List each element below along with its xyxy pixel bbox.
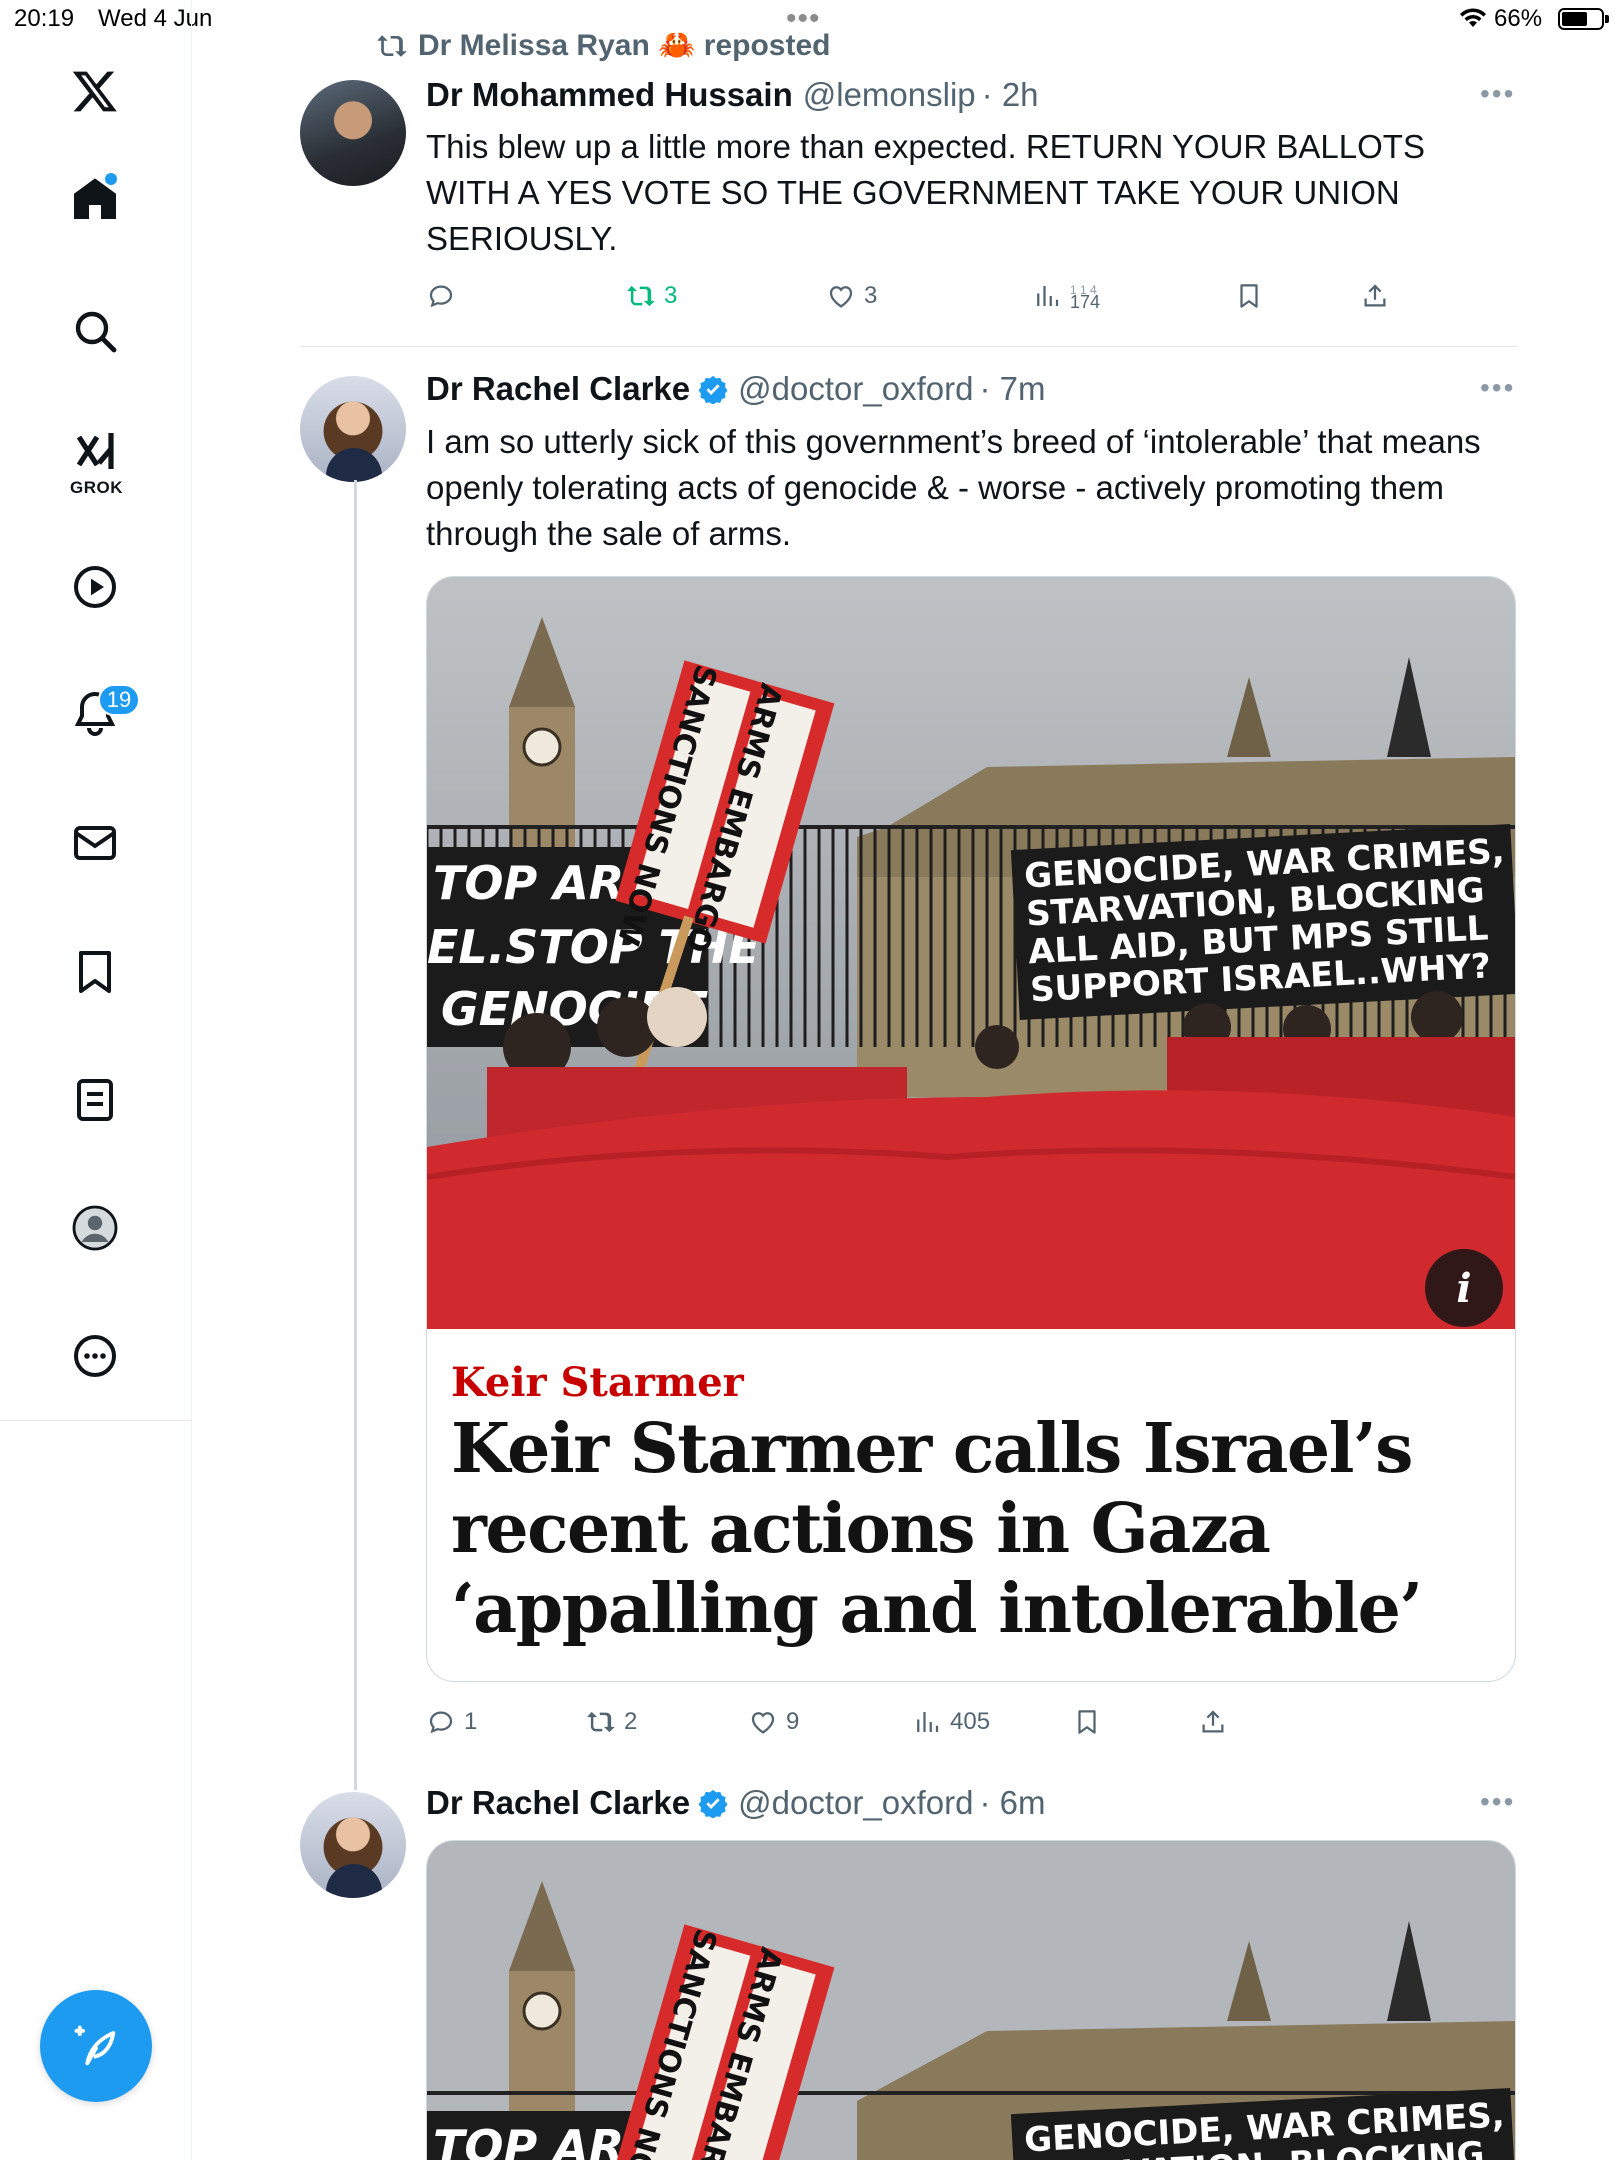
reply-button[interactable]: 1 — [426, 1702, 477, 1742]
more-menu-icon[interactable]: ••• — [1480, 372, 1515, 404]
share-button[interactable] — [1360, 276, 1390, 316]
tweet-divider — [300, 346, 1518, 347]
repost-banner-text: Dr Melissa Ryan 🦀 reposted — [418, 29, 831, 62]
grok-icon[interactable] — [66, 424, 124, 482]
reply-button[interactable] — [426, 276, 456, 316]
battery-icon — [1558, 8, 1609, 30]
tweet-text: This blew up a little more than expected… — [426, 128, 1425, 257]
author-handle[interactable]: @doctor_oxford — [738, 1784, 973, 1822]
tweet-time[interactable]: · 6m — [979, 1784, 1045, 1822]
tweet-time[interactable]: · 7m — [979, 370, 1045, 408]
grok-label: GROK — [70, 478, 123, 497]
compose-post-button[interactable] — [40, 1990, 152, 2102]
search-icon[interactable] — [66, 302, 124, 360]
views-bar-chart-icon — [917, 1712, 939, 1732]
article-photo: TOP ARMIN GENOCIDE, WAR CRIMES, STARVATI… — [427, 1841, 1515, 2160]
like-button[interactable]: 3 — [826, 276, 877, 316]
bookmark-icon — [1078, 1710, 1096, 1734]
info-icon[interactable]: i — [1425, 1249, 1503, 1327]
tweet-time[interactable]: · 2h — [982, 76, 1039, 114]
reply-icon — [429, 1711, 453, 1734]
reply-icon — [429, 285, 453, 308]
tweet-header: Dr Rachel Clarke @doctor_oxford · 6m — [426, 1784, 1045, 1822]
lists-icon[interactable] — [66, 1071, 124, 1129]
repost-button[interactable]: 3 — [626, 276, 677, 316]
link-card[interactable]: TOP ARMIN EL.STOP THE GENOCIDE GENOCIDE,… — [426, 576, 1516, 1682]
share-icon — [1364, 284, 1386, 307]
sidebar-divider — [0, 1420, 192, 1421]
share-button[interactable] — [1198, 1702, 1228, 1742]
avatar[interactable] — [300, 80, 406, 186]
x-logo-icon[interactable] — [66, 62, 124, 120]
share-icon — [1202, 1710, 1224, 1733]
more-menu-icon[interactable]: ••• — [1480, 78, 1515, 110]
repost-banner[interactable]: Dr Melissa Ryan 🦀 reposted — [376, 28, 831, 63]
more-menu-icon[interactable]: ••• — [1480, 1786, 1515, 1818]
home-unread-dot — [105, 173, 117, 185]
tweet-actions: 1 2 9 405 — [426, 1702, 1516, 1742]
like-count: 3 — [864, 282, 878, 309]
views-bar-chart-icon — [1037, 286, 1059, 306]
repost-count: 3 — [664, 282, 678, 309]
profile-avatar-icon[interactable] — [66, 1199, 124, 1257]
article-photo: TOP ARMIN EL.STOP THE GENOCIDE GENOCIDE,… — [427, 577, 1515, 1329]
bookmark-button[interactable] — [1234, 276, 1264, 316]
tweet-header: Dr Mohammed Hussain @lemonslip · 2h — [426, 76, 1039, 114]
more-options-icon[interactable] — [66, 1327, 124, 1385]
tweet-text: I am so utterly sick of this government’… — [426, 423, 1481, 552]
views-count-value: 174 — [1070, 292, 1101, 312]
author-name[interactable]: Dr Rachel Clarke — [426, 370, 690, 408]
views-button[interactable]: 1 1 4 174 — [1032, 276, 1100, 316]
bookmark-button[interactable] — [1072, 1702, 1102, 1742]
verified-badge-icon — [698, 375, 728, 404]
notifications-badge: 19 — [98, 684, 140, 716]
author-handle[interactable]: @doctor_oxford — [738, 370, 973, 408]
card-headline: Keir Starmer calls Israel’s recent actio… — [451, 1409, 1423, 1649]
views-count: 1 1 4 174 — [1070, 284, 1101, 312]
author-name[interactable]: Dr Mohammed Hussain — [426, 76, 793, 114]
heart-icon — [829, 286, 853, 308]
repost-icon — [627, 285, 655, 307]
wifi-icon — [1460, 8, 1486, 27]
bookmark-icon — [1240, 284, 1258, 308]
messages-envelope-icon[interactable] — [66, 814, 124, 872]
reply-count: 1 — [464, 1708, 478, 1735]
thread-connector — [354, 480, 357, 1790]
media-card[interactable]: TOP ARMIN GENOCIDE, WAR CRIMES, STARVATI… — [426, 1840, 1516, 2160]
avatar[interactable] — [300, 376, 406, 482]
battery-fill — [1562, 12, 1587, 26]
like-button[interactable]: 9 — [748, 1702, 799, 1742]
repost-count: 2 — [624, 1708, 638, 1735]
sidebar: GROK 19 — [0, 0, 192, 2160]
compose-feather-icon — [74, 2025, 116, 2066]
avatar[interactable] — [300, 1792, 406, 1898]
views-button[interactable]: 405 — [912, 1702, 990, 1742]
like-count: 9 — [786, 1708, 800, 1735]
battery-percent: 66% — [1494, 5, 1543, 32]
tweet-actions: 3 3 1 1 4 174 — [426, 276, 1516, 316]
card-kicker: Keir Starmer — [451, 1359, 744, 1406]
author-name[interactable]: Dr Rachel Clarke — [426, 1784, 690, 1822]
repost-icon — [587, 1711, 615, 1733]
repost-button[interactable]: 2 — [586, 1702, 637, 1742]
author-handle[interactable]: @lemonslip — [803, 76, 976, 114]
video-play-icon[interactable] — [66, 558, 124, 616]
card-meta: Keir Starmer Keir Starmer calls Israel’s… — [427, 1329, 1515, 1681]
bookmarks-icon[interactable] — [66, 943, 124, 1001]
views-count: 405 — [950, 1708, 991, 1735]
tweet-header: Dr Rachel Clarke @doctor_oxford · 7m — [426, 370, 1045, 408]
verified-badge-icon — [698, 1789, 728, 1818]
heart-icon — [751, 1712, 775, 1734]
repost-icon — [377, 34, 407, 57]
